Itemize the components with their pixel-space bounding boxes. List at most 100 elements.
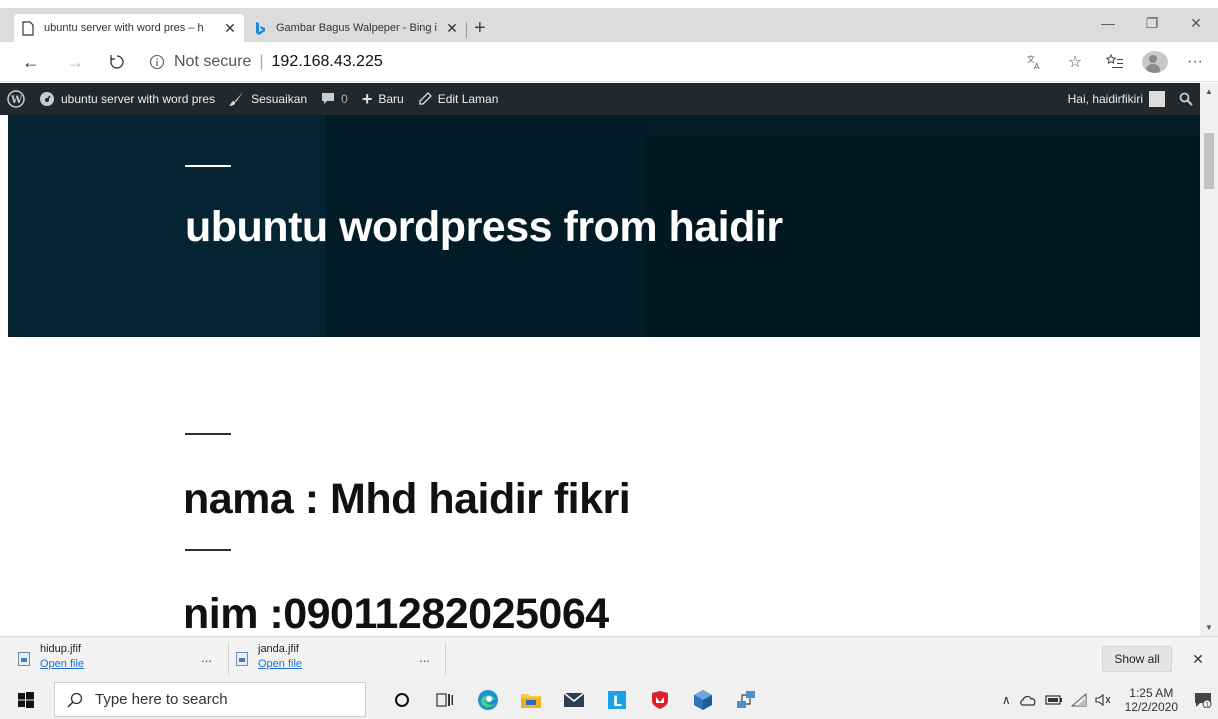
browser-tab-bar: ubuntu server with word pres – h ✕ Gamba… [0, 8, 1218, 42]
adminbar-search-icon[interactable] [1172, 83, 1200, 115]
more-menu-icon[interactable]: ··· [1182, 53, 1208, 71]
url-divider: | [259, 53, 264, 70]
open-file-link[interactable]: Open file [258, 657, 302, 672]
hero-divider [185, 165, 231, 167]
more-options-icon[interactable]: ... [419, 650, 430, 665]
virtualbox-icon[interactable] [685, 680, 721, 719]
download-item[interactable]: hidup.jfif Open file ... [0, 642, 218, 676]
forward-icon[interactable]: → [62, 50, 88, 74]
security-label: Not secure [174, 53, 252, 70]
system-tray: ∧ 1:25 AM 12/2/2020 1 [998, 680, 1218, 719]
scroll-up-icon[interactable]: ▲ [1200, 87, 1218, 96]
svg-text:W: W [10, 95, 23, 106]
svg-text:A: A [1034, 62, 1040, 70]
download-separator [445, 643, 446, 675]
scroll-down-icon[interactable]: ▼ [1200, 623, 1218, 632]
address-bar-actions: 文A ☆ ··· [1022, 50, 1208, 74]
wordpress-logo-icon[interactable]: W [0, 83, 32, 115]
comment-icon [321, 92, 335, 106]
site-header-hero: ubuntu wordpress from haidir [8, 115, 1200, 337]
download-filename: hidup.jfif [40, 643, 81, 655]
profile-icon[interactable] [1142, 51, 1168, 73]
refresh-icon[interactable] [104, 50, 130, 74]
back-icon[interactable]: ← [18, 50, 44, 74]
post-title: nim :09011282025064 [183, 590, 609, 636]
site-title[interactable]: ubuntu wordpress from haidir [185, 203, 783, 252]
adminbar-edit-page[interactable]: Edit Laman [411, 83, 506, 115]
top-cropped-strip [0, 0, 1218, 8]
brush-icon [229, 91, 245, 107]
image-file-icon [236, 652, 248, 666]
battery-icon[interactable] [1045, 694, 1063, 706]
show-all-button[interactable]: Show all [1102, 646, 1172, 672]
file-explorer-icon[interactable] [513, 680, 549, 719]
search-icon [67, 692, 83, 708]
show-hidden-icons-icon[interactable]: ∧ [1002, 693, 1011, 707]
network-app-icon[interactable] [728, 680, 764, 719]
clock-time: 1:25 AM [1129, 685, 1174, 700]
post-divider [185, 549, 231, 551]
close-tab-icon[interactable]: ✕ [444, 20, 460, 37]
tab-separator [466, 22, 467, 38]
l-app-icon[interactable]: L [599, 680, 635, 719]
cortana-icon[interactable] [384, 680, 420, 719]
clock-date: 12/2/2020 [1124, 699, 1178, 714]
close-download-bar-icon[interactable]: ✕ [1186, 646, 1210, 672]
taskbar-search[interactable]: Type here to search [54, 682, 366, 717]
download-bar: hidup.jfif Open file ... janda.jfif Open… [0, 636, 1218, 680]
volume-icon[interactable] [1095, 693, 1111, 707]
info-icon[interactable] [148, 53, 166, 71]
window-controls: — ❐ ✕ [1086, 8, 1218, 42]
url-field[interactable]: Not secure | 192.168.43.225 [148, 48, 990, 76]
download-item[interactable]: janda.jfif Open file ... [218, 642, 436, 676]
translate-icon[interactable]: 文A [1022, 54, 1048, 70]
mail-icon[interactable] [556, 680, 592, 719]
adminbar-customize-label: Sesuaikan [251, 92, 308, 106]
page-content: nama : Mhd haidir fikri nim :09011282025… [0, 337, 1200, 636]
new-tab-icon[interactable]: + [474, 18, 486, 38]
user-avatar [1149, 91, 1165, 107]
tab-title: Gambar Bagus Walpeper - Bing i [276, 22, 437, 34]
windows-taskbar: Type here to search L ∧ 1:25 AM 12/2/202… [0, 680, 1218, 719]
adminbar-greeting: Hai, haidirfikiri [1067, 92, 1143, 106]
dashboard-icon [39, 91, 55, 107]
minimize-icon[interactable]: — [1086, 8, 1130, 38]
wifi-icon[interactable] [1070, 692, 1087, 707]
windows-start-icon[interactable] [6, 680, 46, 719]
post-divider [185, 433, 231, 435]
comments-count: 0 [341, 92, 348, 106]
plus-icon: + [361, 88, 373, 109]
open-file-link[interactable]: Open file [40, 657, 84, 672]
adminbar-customize[interactable]: Sesuaikan [222, 83, 314, 115]
onedrive-icon[interactable] [1019, 694, 1037, 706]
mcafee-icon[interactable] [642, 680, 678, 719]
adminbar-site-name: ubuntu server with word pres [61, 92, 216, 106]
restore-icon[interactable]: ❐ [1130, 8, 1174, 38]
page-scrollbar[interactable]: ▲ ▼ [1200, 83, 1218, 636]
tab-active[interactable]: ubuntu server with word pres – h ✕ [14, 14, 244, 42]
adminbar-site-link[interactable]: ubuntu server with word pres [32, 83, 222, 115]
taskbar-clock[interactable]: 1:25 AM 12/2/2020 [1125, 686, 1178, 714]
scrollbar-thumb[interactable] [1204, 133, 1214, 189]
close-window-icon[interactable]: ✕ [1174, 8, 1218, 38]
close-tab-icon[interactable]: ✕ [222, 20, 238, 37]
adminbar-new-label: Baru [378, 92, 404, 106]
page-icon [20, 20, 36, 36]
adminbar-comments[interactable]: 0 [314, 83, 355, 115]
download-filename: janda.jfif [258, 643, 299, 655]
wp-admin-bar: W ubuntu server with word pres Sesuaikan… [0, 83, 1200, 115]
svg-text:1: 1 [1205, 701, 1209, 708]
adminbar-edit-label: Edit Laman [437, 92, 499, 106]
pencil-icon [418, 92, 432, 106]
tab-title: ubuntu server with word pres – h [44, 22, 204, 34]
task-view-icon[interactable] [427, 680, 463, 719]
edge-browser-icon[interactable] [470, 680, 506, 719]
notifications-icon[interactable]: 1 [1188, 680, 1218, 719]
adminbar-new[interactable]: + Baru [355, 83, 411, 115]
more-options-icon[interactable]: ... [201, 650, 212, 665]
tab-inactive[interactable]: Gambar Bagus Walpeper - Bing i ✕ [246, 14, 466, 42]
bing-icon [252, 20, 268, 36]
favorite-star-icon[interactable]: ☆ [1062, 52, 1088, 72]
adminbar-account[interactable]: Hai, haidirfikiri [1061, 83, 1172, 115]
favorites-list-icon[interactable] [1102, 54, 1128, 70]
